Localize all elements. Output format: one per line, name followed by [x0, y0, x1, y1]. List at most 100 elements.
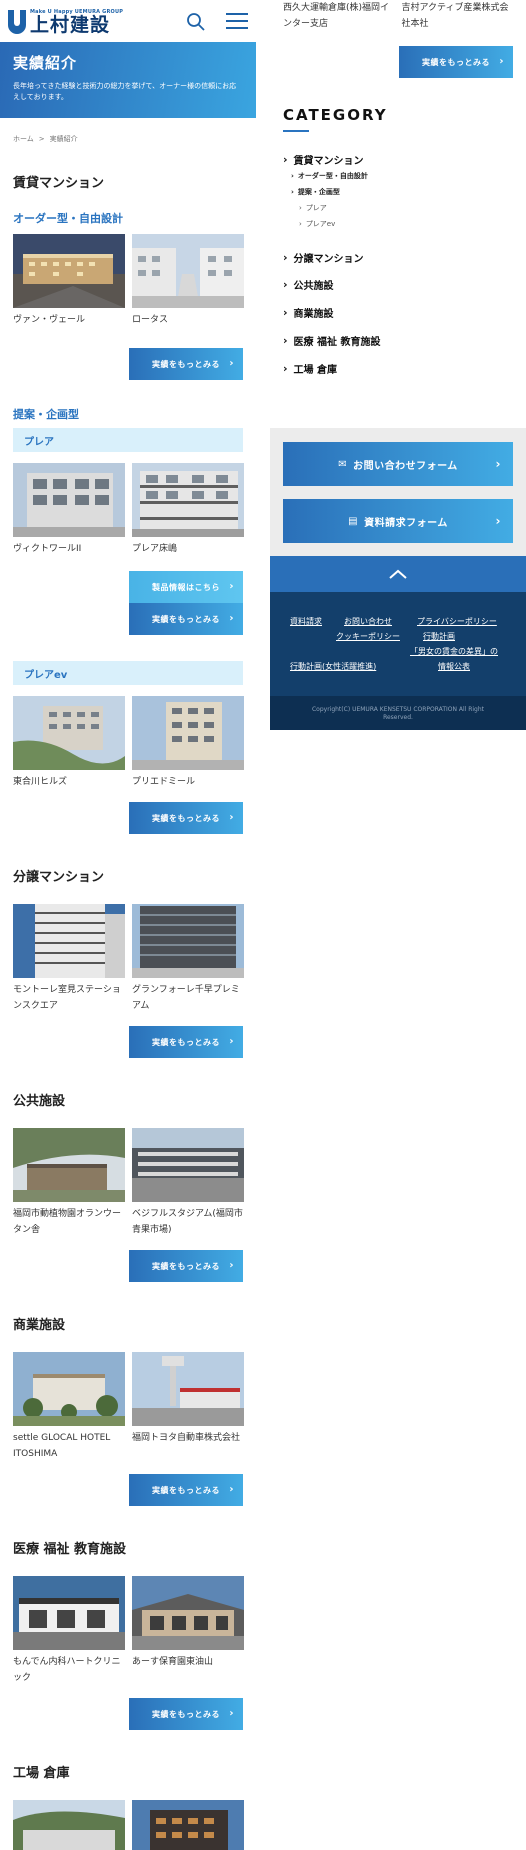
breadcrumb: ホーム > 実績紹介 — [0, 118, 256, 162]
breadcrumb-home[interactable]: ホーム — [13, 135, 34, 143]
project-card[interactable]: モントーレ室見ステーションスクエア — [13, 904, 125, 1014]
more-results-button[interactable]: 実績をもっとみる › — [129, 802, 243, 834]
chevron-right-icon: › — [499, 56, 504, 67]
project-name: モントーレ室見ステーションスクエア — [13, 985, 121, 1011]
product-info-button[interactable]: 製品情報はこちら › — [129, 571, 243, 603]
project-card[interactable]: あーす保育園東油山 — [132, 1576, 244, 1686]
project-card[interactable]: グランフォーレ千早プレミアム — [132, 904, 244, 1014]
project-card[interactable]: プリエドミール — [132, 696, 244, 790]
footer-link-cookie[interactable]: クッキーポリシー — [336, 631, 400, 642]
chevron-right-icon: › — [299, 204, 302, 212]
category-item-factory[interactable]: › 工場 倉庫 — [283, 354, 513, 382]
project-name: 福岡市動植物園オランウータン舎 — [13, 1209, 122, 1235]
card-row: モントーレ室見ステーションスクエア グランフォーレ千早プレミアム — [0, 904, 256, 1014]
project-card[interactable]: ヴァン・ヴェール — [13, 234, 125, 328]
category-item-condo[interactable]: › 分譲マンション — [283, 244, 513, 270]
envelope-icon: ✉ — [338, 458, 348, 470]
category-item-medical[interactable]: › 医療 福祉 教育施設 — [283, 326, 513, 354]
more-results-button[interactable]: 実績をもっとみる › — [129, 603, 243, 635]
breadcrumb-separator: > — [38, 135, 45, 143]
more-results-button[interactable]: 実績をもっとみる › — [129, 1250, 243, 1282]
project-card[interactable] — [13, 1800, 125, 1850]
project-name: settle GLOCAL HOTEL ITOSHIMA — [13, 1433, 111, 1459]
page-description: 長年培ってきた経験と技術力の総力を挙げて、オーナー様の信頼にお応えしております。 — [13, 82, 237, 101]
logo-mark-icon — [8, 10, 26, 34]
project-photo — [132, 1128, 244, 1202]
project-photo — [13, 234, 125, 308]
category-item-pleaev[interactable]: › プレアev — [283, 216, 513, 232]
project-card[interactable]: 福岡市動植物園オランウータン舎 — [13, 1128, 125, 1238]
more-results-button[interactable]: 実績をもっとみる › — [129, 348, 243, 380]
request-form-button[interactable]: ▤ 資料請求フォーム › — [283, 499, 513, 543]
search-icon[interactable] — [186, 12, 206, 32]
footer-link-wage-gap-2[interactable]: 情報公表 — [438, 661, 470, 672]
chevron-right-icon: › — [229, 1708, 234, 1719]
subsection-title-order: オーダー型・自由設計 — [13, 212, 123, 225]
contact-form-button[interactable]: ✉ お問い合わせフォーム › — [283, 442, 513, 486]
hamburger-menu-icon[interactable] — [226, 13, 248, 30]
more-results-button[interactable]: 実績をもっとみる › — [129, 1698, 243, 1730]
footer-link-wage-gap[interactable]: 「男女の賃金の差異」の — [410, 646, 498, 657]
card-row: ヴィクトワールII プレア床嶋 — [0, 463, 256, 557]
category-item-rental[interactable]: › 賃貸マンション — [283, 150, 513, 168]
chevron-right-icon: › — [229, 1036, 234, 1047]
project-name: グランフォーレ千早プレミアム — [132, 985, 240, 1011]
project-card[interactable]: プレア床嶋 — [132, 463, 244, 557]
project-name[interactable]: 西久大運輸倉庫(株)福岡インター支店 — [283, 0, 395, 32]
card-row-captions: 西久大運輸倉庫(株)福岡インター支店 吉村アクティブ産業株式会社本社 — [270, 0, 526, 32]
page-top-button[interactable] — [270, 556, 526, 592]
chevron-right-icon: › — [291, 172, 294, 180]
category-item-commercial[interactable]: › 商業施設 — [283, 298, 513, 326]
copyright: Copyright(C) UEMURA KENSETSU CORPORATION… — [270, 696, 526, 730]
card-row: settle GLOCAL HOTEL ITOSHIMA 福岡トヨタ自動車株式会… — [0, 1352, 256, 1462]
chevron-right-icon: › — [229, 1484, 234, 1495]
chevron-right-icon: › — [229, 1260, 234, 1271]
category-band-plea: プレア — [13, 428, 243, 452]
more-results-button[interactable]: 実績をもっとみる › — [399, 46, 513, 78]
footer-link-contact[interactable]: お問い合わせ — [344, 616, 392, 627]
site-footer: 資料請求 お問い合わせ プライバシーポリシー クッキーポリシー 行動計画 「男女… — [270, 592, 526, 730]
project-name: 福岡トヨタ自動車株式会社 — [132, 1433, 241, 1443]
more-results-button[interactable]: 実績をもっとみる › — [129, 1026, 243, 1058]
project-card[interactable]: ベジフルスタジアム(福岡市青果市場) — [132, 1128, 244, 1238]
footer-link-action-plan[interactable]: 行動計画 — [423, 631, 455, 642]
category-item-order[interactable]: › オーダー型・自由設計 — [283, 168, 513, 184]
project-card[interactable]: 東合川ヒルズ — [13, 696, 125, 790]
footer-link-privacy[interactable]: プライバシーポリシー — [417, 616, 497, 627]
project-photo — [13, 1576, 125, 1650]
project-photo — [13, 696, 125, 770]
footer-link-women-plan[interactable]: 行動計画(女性活躍推進) — [290, 661, 376, 672]
subsection-title-plan: 提案・企画型 — [13, 408, 79, 421]
section-title-commercial: 商業施設 — [13, 1318, 66, 1333]
project-card[interactable]: ロータス — [132, 234, 244, 328]
project-card[interactable] — [132, 1800, 244, 1850]
chevron-right-icon: › — [229, 358, 234, 369]
site-logo[interactable]: Make U Happy UEMURA GROUP 上村建設 — [8, 9, 123, 35]
project-photo — [13, 463, 125, 537]
category-item-plan[interactable]: › 提案・企画型 — [283, 184, 513, 200]
project-card[interactable]: もんでん内科ハートクリニック — [13, 1576, 125, 1686]
chevron-right-icon: › — [283, 305, 288, 319]
card-row: ヴァン・ヴェール ロータス — [0, 234, 256, 328]
footer-link-request[interactable]: 資料請求 — [290, 616, 322, 627]
project-card[interactable]: settle GLOCAL HOTEL ITOSHIMA — [13, 1352, 125, 1462]
chevron-right-icon: › — [283, 277, 288, 291]
project-photo — [132, 1352, 244, 1426]
project-name: ヴァン・ヴェール — [13, 315, 86, 325]
document-icon: ▤ — [348, 515, 359, 527]
project-name: 東合川ヒルズ — [13, 777, 68, 787]
category-item-public[interactable]: › 公共施設 — [283, 270, 513, 298]
more-results-button[interactable]: 実績をもっとみる › — [129, 1474, 243, 1506]
main-column: Make U Happy UEMURA GROUP 上村建設 実績紹介 長年培っ… — [0, 0, 256, 1850]
category-nav: CATEGORY › 賃貸マンション › オーダー型・自由設計 › 提案・企画型 › プ… — [270, 106, 526, 382]
category-item-plea[interactable]: › プレア — [283, 200, 513, 216]
section-title-medical: 医療 福祉 教育施設 — [13, 1542, 127, 1557]
site-header: Make U Happy UEMURA GROUP 上村建設 — [0, 0, 256, 42]
project-name[interactable]: 吉村アクティブ産業株式会社本社 — [402, 0, 514, 32]
project-photo — [132, 234, 244, 308]
form-links: ✉ お問い合わせフォーム › ▤ 資料請求フォーム › — [270, 428, 526, 556]
card-row: もんでん内科ハートクリニック あーす保育園東油山 — [0, 1576, 256, 1686]
project-card[interactable]: ヴィクトワールII — [13, 463, 125, 557]
project-card[interactable]: 福岡トヨタ自動車株式会社 — [132, 1352, 244, 1462]
project-photo — [132, 463, 244, 537]
